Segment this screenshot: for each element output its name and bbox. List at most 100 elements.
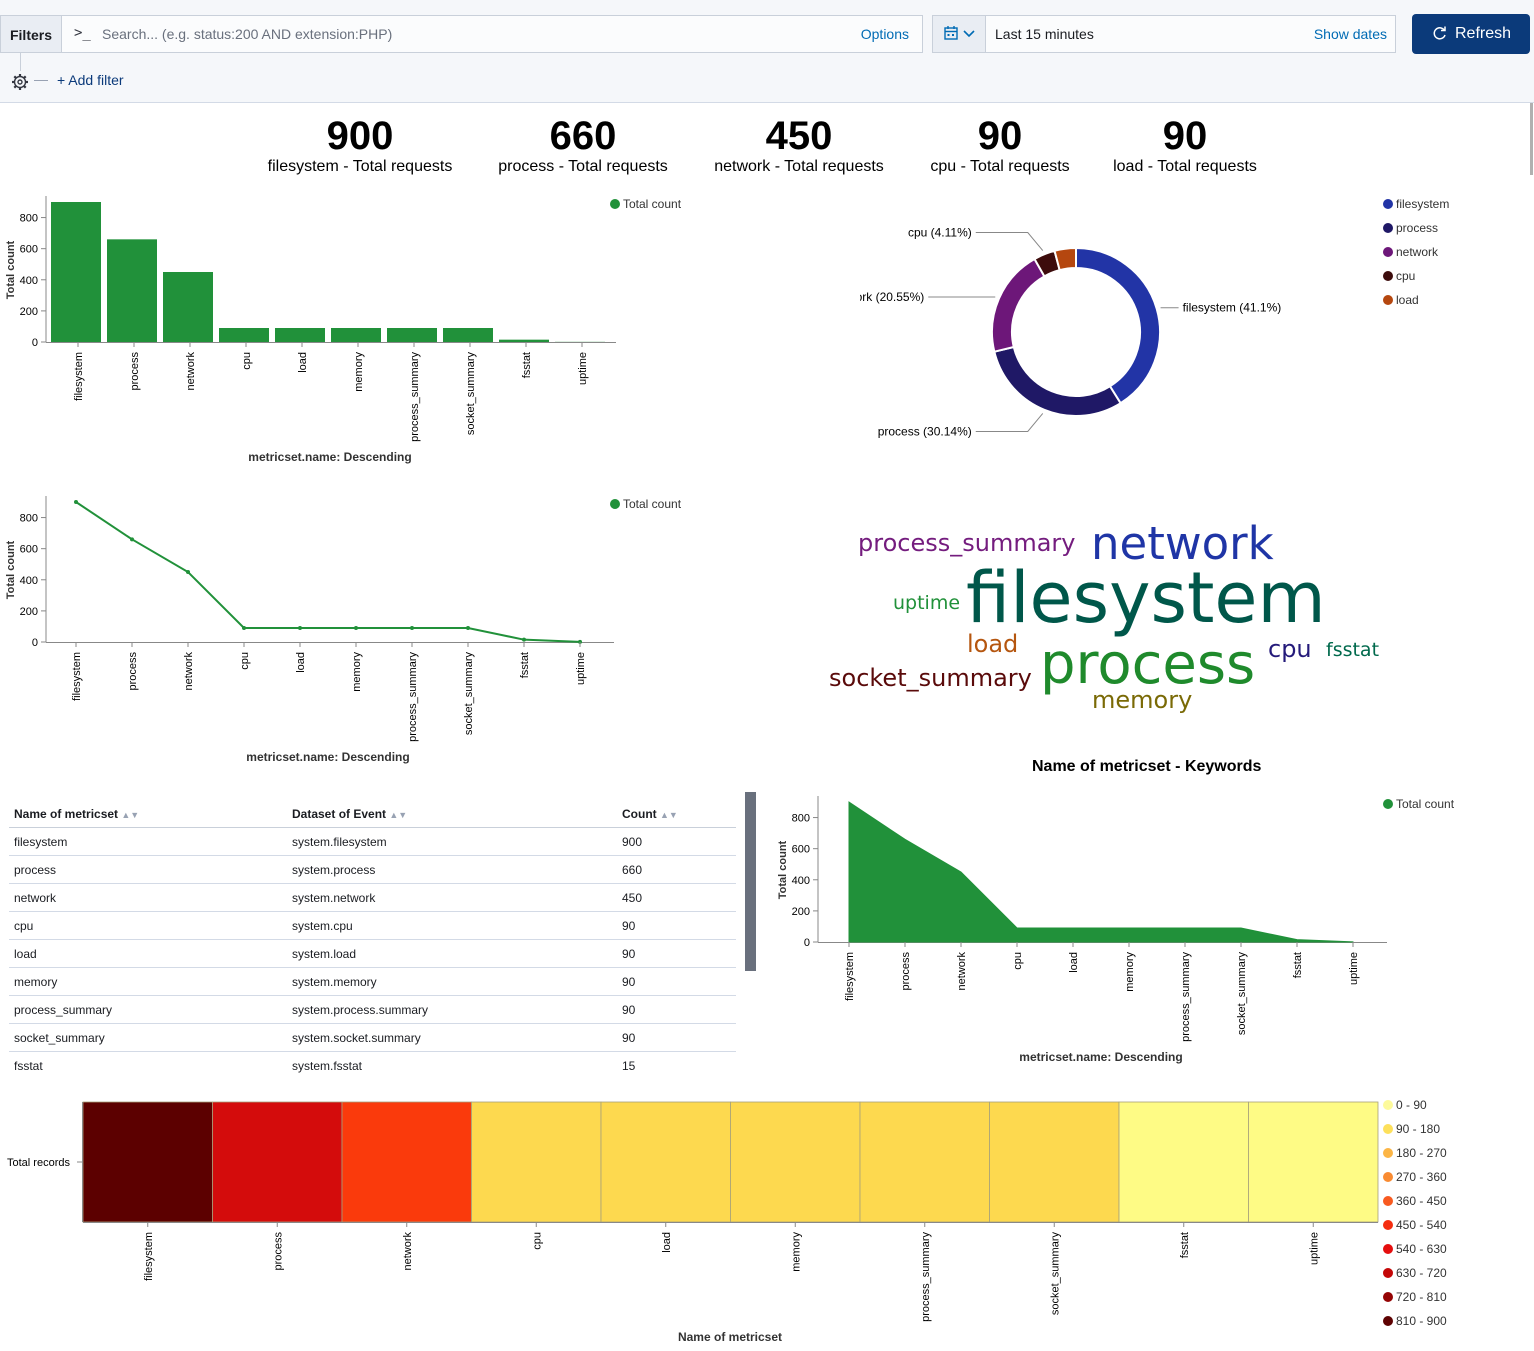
search-input[interactable]: >_ Search... (e.g. status:200 AND extens… <box>61 15 923 53</box>
slice-load <box>1053 246 1077 272</box>
y-tick-label: 400 <box>20 275 38 287</box>
table-cell: system.process.summary <box>287 995 617 1024</box>
table-cell: system.network <box>287 883 617 912</box>
y-tick-label: 200 <box>792 906 810 918</box>
x-tick-label: filesystem <box>73 352 85 401</box>
table-row: network system.network 450 <box>9 883 736 912</box>
column-header-name[interactable]: Name of metricset ▲▼ <box>9 800 287 828</box>
x-tick-label: uptime <box>1348 952 1360 985</box>
legend-swatch <box>1383 799 1393 809</box>
sort-icon[interactable]: ▲▼ <box>121 810 139 820</box>
show-dates-button[interactable]: Show dates <box>1314 26 1387 42</box>
x-tick-label: uptime <box>577 352 589 385</box>
metric-value: 900 <box>326 114 394 158</box>
tag-cloud-title: Name of metricset - Keywords <box>1032 758 1262 775</box>
x-tick-label: process <box>127 652 139 691</box>
legend-swatch <box>1383 1268 1393 1278</box>
x-tick-label: filesystem <box>143 1232 155 1281</box>
y-tick-label: 200 <box>20 306 38 318</box>
point-load <box>298 626 302 630</box>
legend-swatch <box>1383 247 1393 257</box>
time-range-field[interactable]: Last 15 minutes Show dates <box>986 15 1396 53</box>
cloud-word-network[interactable]: network <box>1091 521 1274 566</box>
x-tick-label: process_summary <box>920 1232 932 1322</box>
table-cell: system.cpu <box>287 911 617 940</box>
line-chart: 0 200 400 600 800 Total count filesystem proces… <box>5 496 682 764</box>
table-cell: filesystem <box>9 827 287 856</box>
table-cell: system.socket.summary <box>287 1023 617 1052</box>
table-cell: 90 <box>617 967 736 996</box>
time-range-value[interactable]: Last 15 minutes <box>995 26 1094 42</box>
legend-label: 720 - 810 <box>1396 1290 1447 1304</box>
legend-swatch <box>1383 1220 1393 1230</box>
cloud-word-process-summary[interactable]: process_summary <box>858 531 1075 555</box>
x-tick-label: process_summary <box>1180 952 1192 1042</box>
point-filesystem <box>74 500 78 504</box>
cloud-word-process[interactable]: process <box>1040 637 1255 693</box>
heatmap-cell-load <box>600 1101 731 1223</box>
cloud-word-filesystem[interactable]: filesystem <box>966 563 1326 633</box>
bar-process <box>107 239 157 342</box>
legend-label: filesystem <box>1396 197 1449 211</box>
heatmap-cell-uptime <box>1248 1101 1379 1223</box>
callout-label: process (30.14%) <box>878 424 972 438</box>
column-header-dataset[interactable]: Dataset of Event ▲▼ <box>287 800 617 828</box>
search-placeholder: Search... (e.g. status:200 AND extension… <box>102 26 393 42</box>
table-cell: system.memory <box>287 967 617 996</box>
series-line <box>75 501 581 643</box>
sort-icon[interactable]: ▲▼ <box>389 810 407 820</box>
page-scrollbar[interactable] <box>1530 103 1533 175</box>
connector-line <box>20 53 21 71</box>
y-tick-label: 800 <box>792 813 810 825</box>
y-axis-title: Total count <box>5 540 17 599</box>
column-header-count[interactable]: Count ▲▼ <box>617 800 736 828</box>
cloud-word-cpu[interactable]: cpu <box>1268 637 1312 661</box>
x-tick-label: cpu <box>241 352 253 370</box>
refresh-button[interactable]: Refresh <box>1412 14 1530 54</box>
legend-label: 540 - 630 <box>1396 1242 1447 1256</box>
callout-line <box>975 232 1044 251</box>
heatmap-cell-cpu <box>471 1101 602 1223</box>
sort-icon[interactable]: ▲▼ <box>660 810 678 820</box>
point-memory <box>354 626 358 630</box>
legend-label: 270 - 360 <box>1396 1170 1447 1184</box>
table-header-row: Name of metricset ▲▼ Dataset of Event ▲▼… <box>9 800 736 828</box>
y-tick-label: 0 <box>804 937 810 949</box>
x-tick-label: filesystem <box>844 952 856 1001</box>
table-row: cpu system.cpu 90 <box>9 911 736 940</box>
legend-swatch <box>1383 223 1393 233</box>
cloud-word-fsstat[interactable]: fsstat <box>1326 641 1379 660</box>
x-tick-label: process <box>272 1232 284 1271</box>
x-tick-label: memory <box>351 652 363 692</box>
point-process_summary <box>410 626 414 630</box>
table-scrollbar[interactable] <box>745 792 756 971</box>
legend-swatch <box>1383 1292 1393 1302</box>
table-cell: fsstat <box>14 1058 43 1073</box>
donut-chart: filesystem (41.1%) process (30.14%) networ… <box>860 197 1449 438</box>
heatmap-cell-filesystem <box>82 1101 213 1223</box>
table-cell: load <box>9 939 287 968</box>
bar-cpu <box>219 328 269 342</box>
gear-icon[interactable] <box>10 72 30 92</box>
cloud-word-load[interactable]: load <box>967 632 1018 656</box>
table-cell: 450 <box>617 883 736 912</box>
query-bar: Filters >_ Search... (e.g. status:200 AN… <box>0 0 1534 103</box>
legend-swatch <box>1383 271 1393 281</box>
x-tick-label: fsstat <box>521 352 533 378</box>
bar-fsstat <box>499 339 549 342</box>
date-picker-button[interactable] <box>932 15 986 53</box>
legend-label: 450 - 540 <box>1396 1218 1447 1232</box>
cloud-word-socket-summary[interactable]: socket_summary <box>829 666 1032 690</box>
cloud-word-uptime[interactable]: uptime <box>893 594 960 613</box>
add-filter-button[interactable]: + Add filter <box>57 72 124 88</box>
x-tick-label: cpu <box>239 652 251 670</box>
metric-label: network - Total requests <box>714 158 884 175</box>
options-button[interactable]: Options <box>861 26 909 42</box>
query-language-icon[interactable]: >_ <box>74 25 91 41</box>
table-cell: system.load <box>287 939 617 968</box>
cloud-word-memory[interactable]: memory <box>1092 688 1192 712</box>
refresh-label: Refresh <box>1455 25 1512 42</box>
x-tick-label: memory <box>353 352 365 392</box>
column-header-label: Count <box>622 806 657 821</box>
heatmap-cell-socket_summary <box>989 1101 1120 1223</box>
